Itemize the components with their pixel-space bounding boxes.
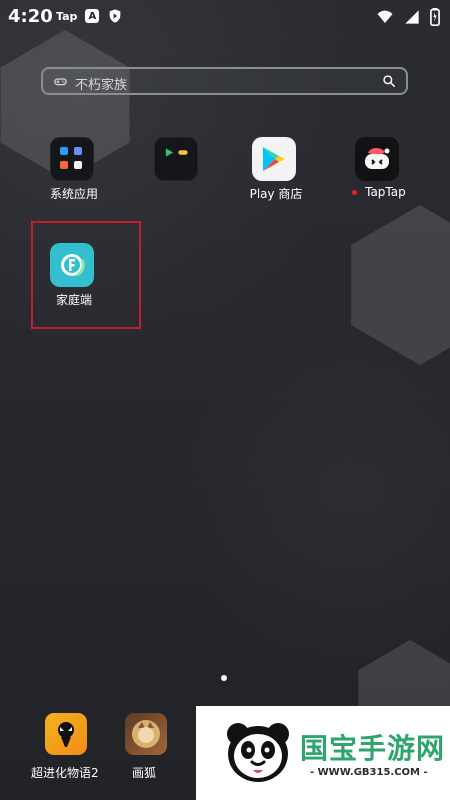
painting-fox-app-icon[interactable]: [125, 713, 167, 755]
folder-icon: [154, 137, 198, 181]
taptap-app[interactable]: TapTap: [333, 137, 425, 227]
folder-mini-icon: [60, 147, 68, 155]
status-left-icons: Tap A: [56, 8, 123, 24]
play-mini-icon: [165, 148, 174, 157]
search-bar[interactable]: 不朽家族: [41, 67, 408, 95]
wifi-icon: [377, 10, 393, 23]
search-placeholder: 不朽家族: [75, 78, 128, 93]
battery-icon: [430, 8, 440, 26]
painting-fox-label: 画狐: [132, 766, 157, 780]
taptap-label-text: TapTap: [365, 185, 406, 199]
play-store-app[interactable]: Play 商店: [230, 137, 322, 227]
status-bar: 4:20 Tap A: [0, 0, 450, 34]
games-folder[interactable]: [132, 137, 224, 227]
a-status-badge: A: [85, 9, 100, 23]
folder-icon: [50, 137, 94, 181]
page-indicator-dot[interactable]: [221, 675, 227, 681]
folder-mini-icon: [74, 147, 82, 155]
watermark-url: - WWW.GB315.COM -: [310, 767, 428, 778]
tap-status-label: Tap: [56, 9, 78, 23]
super-evolution-label: 超进化物语2: [31, 766, 99, 780]
status-right-icons: [376, 8, 440, 26]
status-time: 4:20: [8, 6, 53, 27]
panda-logo-icon: [227, 723, 289, 782]
folder-mini-icon: [60, 161, 68, 169]
watermark-title: 国宝手游网: [300, 732, 446, 765]
taptap-label: TapTap: [333, 185, 425, 199]
wallpaper-hex-shape: [351, 205, 450, 365]
play-store-label: Play 商店: [249, 187, 303, 201]
shield-icon: [110, 9, 121, 23]
signal-icon: [405, 10, 419, 24]
super-evolution-app-icon[interactable]: [45, 713, 87, 755]
search-icon[interactable]: [382, 74, 396, 88]
gamepad-mini-icon: [178, 150, 188, 155]
folder-mini-icon: [74, 161, 82, 169]
watermark: 国宝手游网 - WWW.GB315.COM -: [196, 706, 450, 800]
system-apps-label: 系统应用: [49, 187, 98, 201]
notification-dot: [352, 190, 358, 195]
play-store-icon: [252, 137, 296, 181]
taptap-icon: [355, 137, 399, 181]
gamepad-icon: [54, 78, 67, 86]
system-apps-folder[interactable]: 系统应用: [28, 137, 120, 227]
highlight-box: [31, 221, 141, 329]
